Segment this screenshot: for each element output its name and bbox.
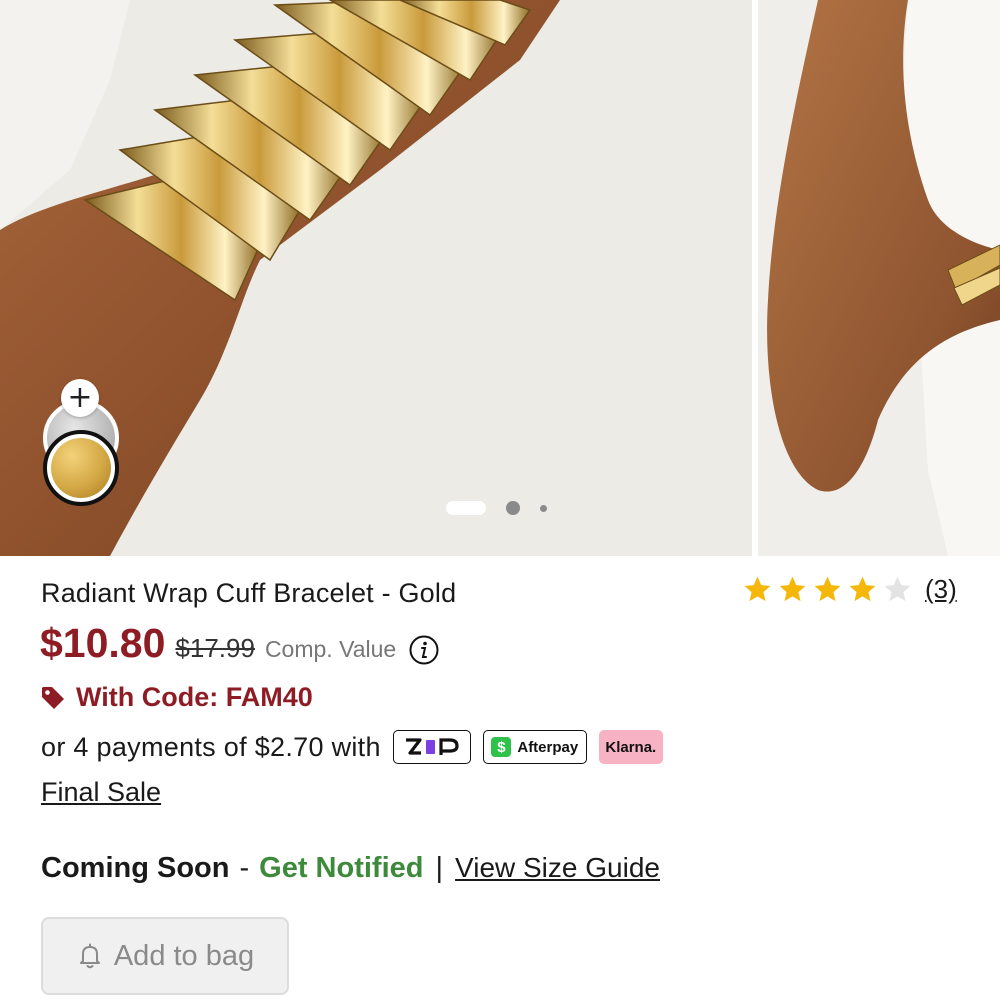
installments-row: or 4 payments of $2.70 with $ Afterpay K… xyxy=(41,730,663,764)
size-guide-link[interactable]: View Size Guide xyxy=(455,852,660,884)
afterpay-badge[interactable]: $ Afterpay xyxy=(482,730,587,764)
rating-summary[interactable]: (3) xyxy=(742,574,957,605)
product-photo-next xyxy=(758,0,1000,556)
klarna-label: Klarna. xyxy=(605,738,657,756)
zip-badge[interactable] xyxy=(392,730,471,764)
star-empty-icon xyxy=(884,576,911,602)
sale-price: $10.80 xyxy=(40,620,166,666)
klarna-badge[interactable]: Klarna. xyxy=(598,730,663,764)
status-separator: - xyxy=(239,852,250,884)
promo-code-row: With Code: FAM40 xyxy=(40,682,313,713)
star-filled-icon xyxy=(849,576,876,602)
carousel-dot-active[interactable] xyxy=(446,501,486,515)
installments-text: or 4 payments of $2.70 with xyxy=(41,731,381,762)
afterpay-dollar-icon: $ xyxy=(491,737,512,757)
comp-value-label: Comp. Value xyxy=(264,636,397,662)
add-swatch-button[interactable]: + xyxy=(61,379,99,417)
info-icon[interactable] xyxy=(408,634,440,666)
original-price: $17.99 xyxy=(175,633,255,663)
get-notified-link[interactable]: Get Notified xyxy=(259,852,423,885)
afterpay-label: Afterpay xyxy=(517,738,579,756)
product-image-main[interactable]: + xyxy=(0,0,752,556)
product-image-next[interactable] xyxy=(758,0,1000,556)
plus-icon: + xyxy=(67,380,93,415)
promo-code-text: With Code: FAM40 xyxy=(76,682,313,712)
swatch-gold-selected[interactable] xyxy=(43,430,119,506)
zip-logo xyxy=(405,738,459,755)
product-gallery[interactable]: + xyxy=(0,0,1000,556)
review-count-link[interactable]: (3) xyxy=(925,574,957,605)
star-filled-icon xyxy=(779,576,806,602)
add-to-bag-label: Add to bag xyxy=(113,939,255,972)
carousel-dot[interactable] xyxy=(506,501,520,515)
star-rating xyxy=(742,574,913,605)
carousel-dot-small[interactable] xyxy=(540,504,547,512)
tag-icon xyxy=(42,686,64,709)
add-to-bag-button[interactable]: Add to bag xyxy=(41,917,289,995)
final-sale-link[interactable]: Final Sale xyxy=(41,777,161,808)
bell-icon xyxy=(79,943,100,969)
availability-row: Coming Soon - Get Notified | View Size G… xyxy=(41,852,660,885)
price-row: $10.80 $17.99 Comp. Value xyxy=(40,620,440,667)
product-title: Radiant Wrap Cuff Bracelet - Gold xyxy=(41,578,457,608)
star-filled-icon xyxy=(744,576,771,602)
star-filled-icon xyxy=(814,576,841,602)
swatch-gold-fill xyxy=(51,438,111,498)
divider: | xyxy=(435,852,444,884)
coming-soon-status: Coming Soon xyxy=(41,852,230,884)
carousel-pagination[interactable] xyxy=(446,501,547,515)
